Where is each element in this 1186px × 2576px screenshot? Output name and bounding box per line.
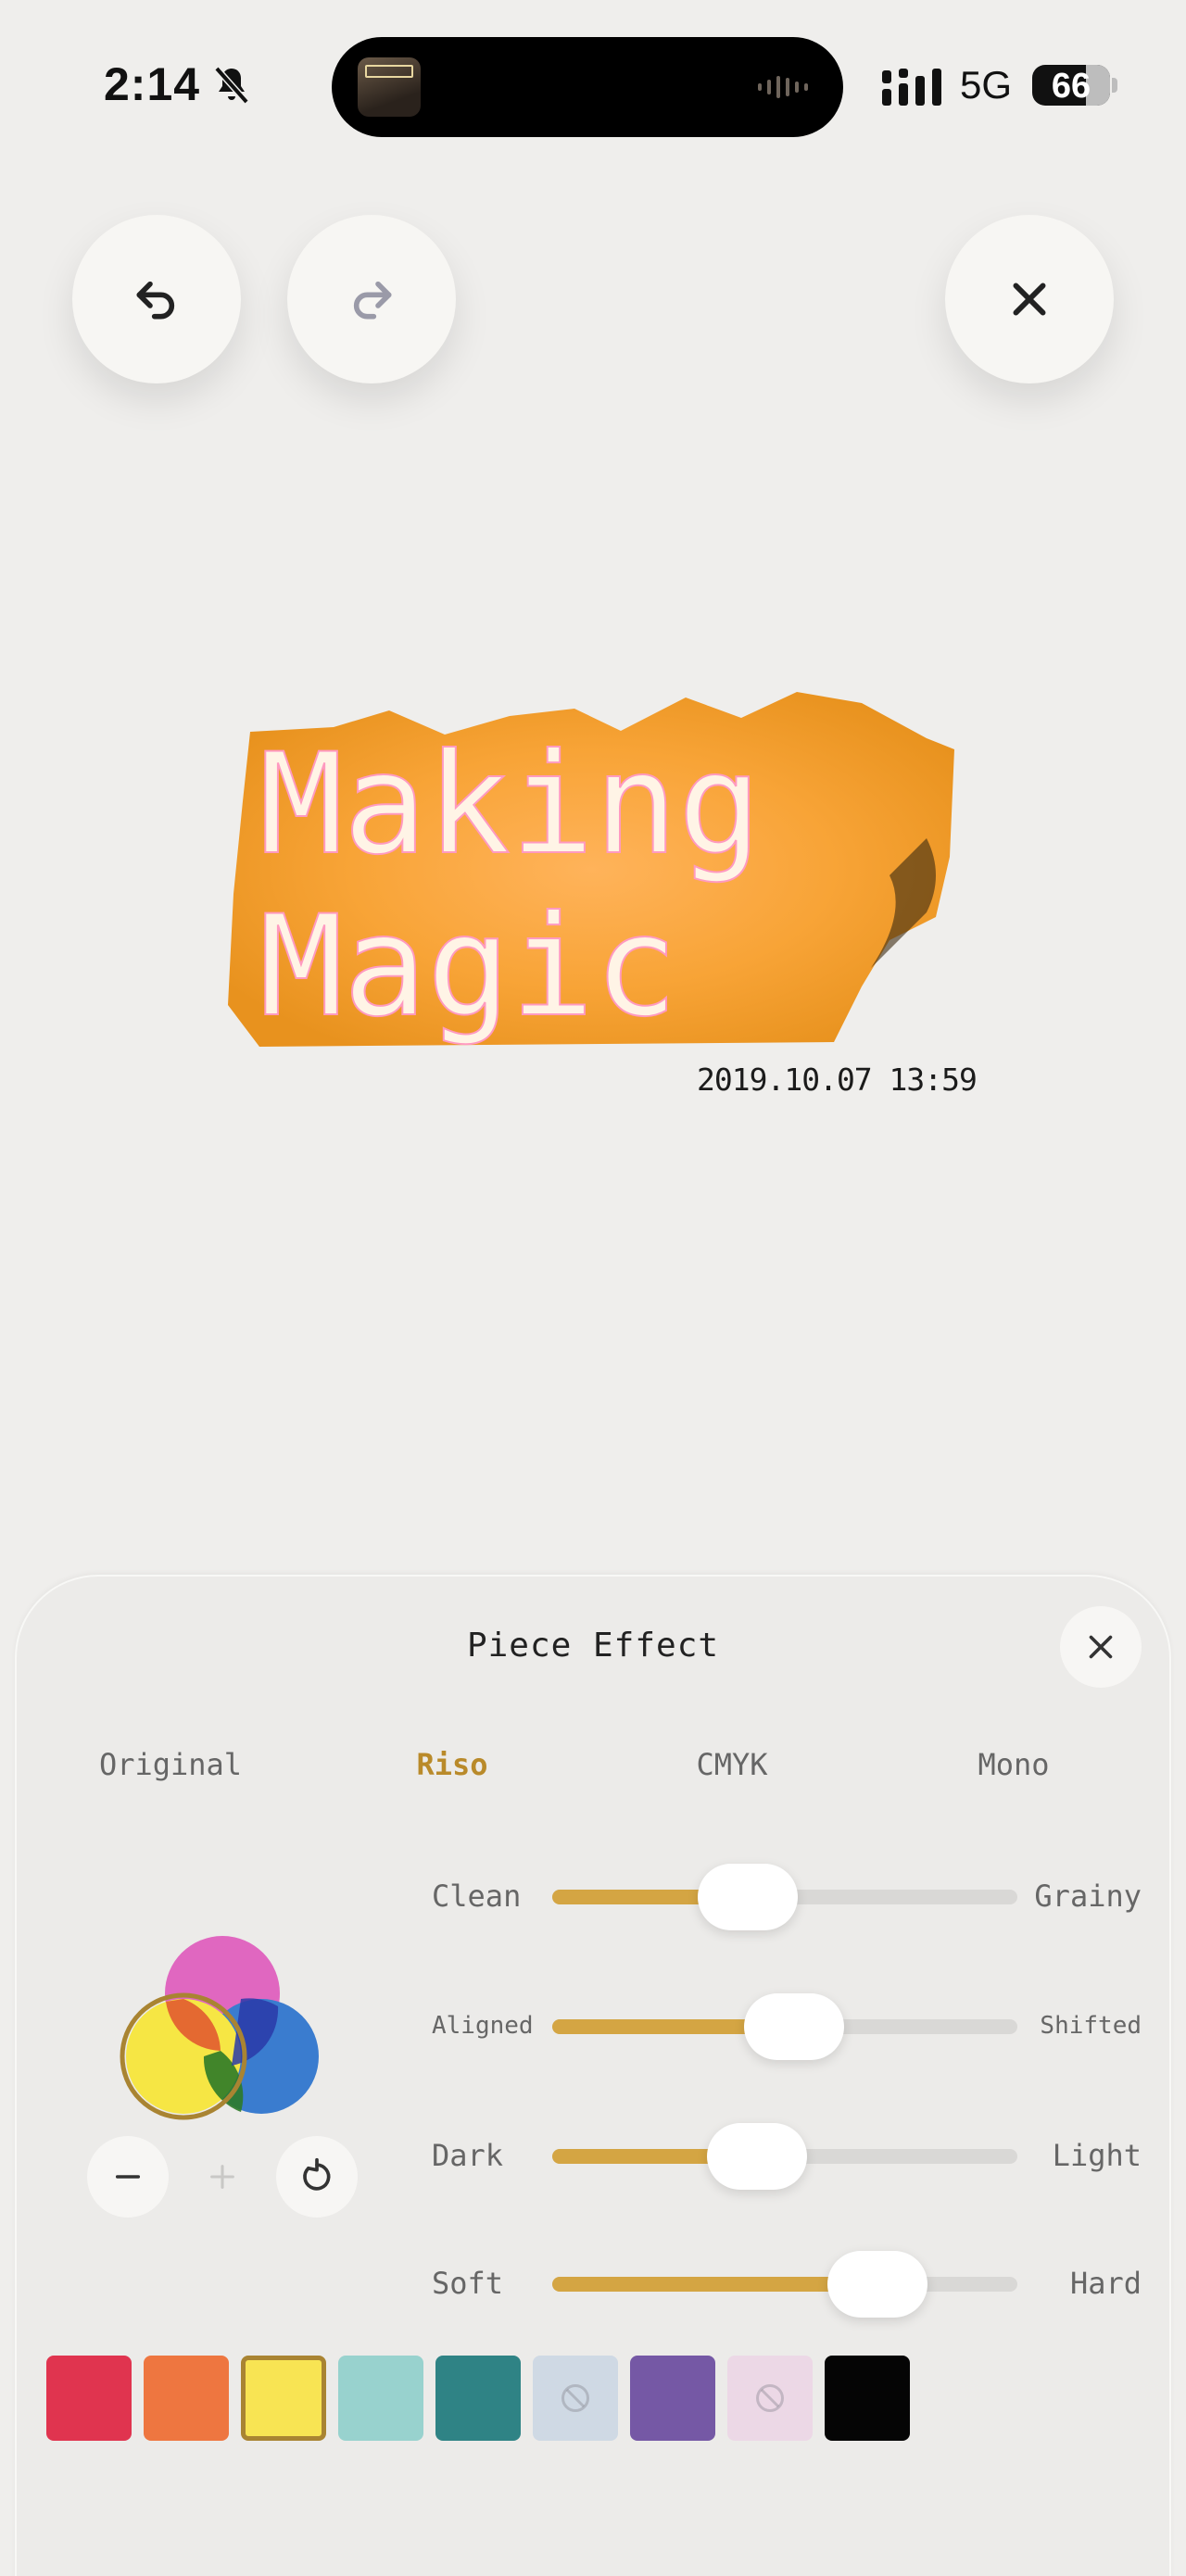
- slider-left-label: Soft: [432, 2266, 504, 2301]
- tab-riso[interactable]: Riso: [341, 1747, 563, 1782]
- slider-thumb[interactable]: [706, 2123, 807, 2190]
- slider-grain[interactable]: Clean Grainy: [432, 1864, 1142, 1930]
- panel-close-button[interactable]: [1060, 1606, 1142, 1688]
- photo-piece[interactable]: Making Magic: [222, 690, 964, 1051]
- slider-right-label: Grainy: [1034, 1879, 1142, 1914]
- redo-button[interactable]: [287, 215, 456, 383]
- add-ink-button[interactable]: [182, 2136, 263, 2218]
- reset-icon: [303, 2157, 331, 2191]
- close-button[interactable]: [945, 215, 1114, 383]
- battery-indicator: 66: [1032, 65, 1117, 106]
- slider-right-label: Hard: [1069, 2266, 1142, 2301]
- dynamic-island[interactable]: [332, 37, 843, 137]
- tab-cmyk[interactable]: CMYK: [621, 1747, 843, 1782]
- prohibited-icon: [561, 2384, 589, 2412]
- slider-right-label: Light: [1052, 2138, 1142, 2173]
- now-playing-artwork: [358, 57, 421, 117]
- network-type: 5G: [960, 63, 1013, 107]
- close-icon: [1089, 1635, 1113, 1659]
- color-swatch[interactable]: [144, 2356, 229, 2441]
- panel-title: Piece Effect: [466, 1627, 720, 1665]
- slider-track[interactable]: [552, 1864, 1017, 1930]
- prohibited-icon: [756, 2384, 784, 2412]
- audio-waveform-icon: [758, 76, 808, 98]
- color-swatch[interactable]: [630, 2356, 715, 2441]
- cellular-signal-icon: [882, 69, 941, 106]
- color-swatch[interactable]: [435, 2356, 521, 2441]
- slider-left-label: Dark: [432, 2138, 504, 2173]
- piece-text-line1: Making: [259, 724, 762, 886]
- battery-level: 66: [1051, 67, 1091, 106]
- color-swatch[interactable]: [46, 2356, 132, 2441]
- slider-hardness[interactable]: Soft Hard: [432, 2251, 1142, 2318]
- slider-shift[interactable]: Aligned Shifted: [432, 1993, 1142, 2060]
- undo-button[interactable]: [72, 215, 241, 383]
- slider-light[interactable]: Dark Light: [432, 2123, 1142, 2190]
- slider-track[interactable]: [552, 2251, 1017, 2318]
- minus-icon: [115, 2175, 141, 2179]
- plus-icon: [210, 2165, 234, 2189]
- bell-slash-icon: [214, 66, 249, 105]
- undo-icon: [136, 281, 175, 320]
- slider-right-label: Shifted: [1040, 2012, 1142, 2040]
- slider-thumb[interactable]: [827, 2251, 928, 2318]
- slider-track[interactable]: [552, 1993, 1017, 2060]
- color-swatch[interactable]: [338, 2356, 423, 2441]
- color-swatch: [727, 2356, 813, 2441]
- tab-mono[interactable]: Mono: [902, 1747, 1125, 1782]
- slider-track[interactable]: [552, 2123, 1017, 2190]
- status-time: 2:14: [104, 58, 201, 110]
- color-swatch[interactable]: [825, 2356, 910, 2441]
- color-swatch: [533, 2356, 618, 2441]
- photo-timestamp: 2019.10.07 13:59: [697, 1062, 978, 1098]
- close-icon: [1013, 283, 1046, 316]
- ink-layers-preview[interactable]: [102, 1936, 343, 2130]
- slider-thumb[interactable]: [744, 1993, 845, 2060]
- redo-icon: [353, 281, 392, 320]
- color-swatch[interactable]: [241, 2356, 326, 2441]
- piece-text-line2: Magic: [259, 886, 678, 1048]
- slider-left-label: Aligned: [432, 2012, 534, 2040]
- reset-ink-button[interactable]: [276, 2136, 358, 2218]
- slider-thumb[interactable]: [697, 1864, 798, 1930]
- slider-left-label: Clean: [432, 1879, 522, 1914]
- remove-ink-button[interactable]: [87, 2136, 169, 2218]
- tab-original[interactable]: Original: [59, 1747, 282, 1782]
